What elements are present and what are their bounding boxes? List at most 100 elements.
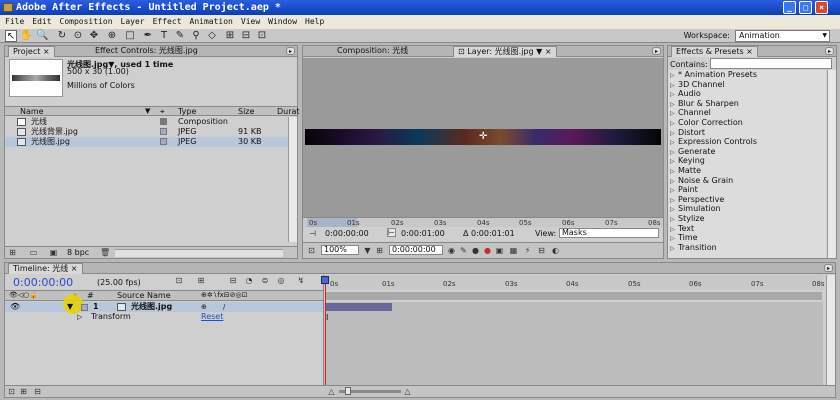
transparency-grid-icon[interactable]: ▦ <box>509 246 518 255</box>
color-channel-icon[interactable]: ● <box>483 246 492 255</box>
in-point-time[interactable]: 0:00:00:00 <box>325 229 369 238</box>
expand-layer-icon[interactable]: ▼ <box>67 302 73 312</box>
eraser-tool-icon[interactable]: ◇ <box>206 30 218 42</box>
set-out-point-icon[interactable]: ⊢ <box>387 228 396 237</box>
effect-category[interactable]: ▷ Simulation <box>670 204 721 214</box>
track-camera-tool-icon[interactable]: ✥ <box>88 30 100 42</box>
maximize-button[interactable]: □ <box>799 1 812 14</box>
view-dropdown[interactable]: Masks <box>559 228 659 238</box>
work-area-bar[interactable] <box>323 290 823 302</box>
work-area-range[interactable] <box>326 292 822 300</box>
sort-chevron-icon[interactable]: ▼ <box>145 107 150 116</box>
layer-row[interactable]: 👁 ▼ 1 光线图.jpg ⊕ ∕ <box>5 294 323 314</box>
menu-edit[interactable]: Edit <box>27 15 54 26</box>
current-time-field[interactable]: 0:00:00:00 <box>389 245 443 255</box>
menu-effect[interactable]: Effect <box>148 15 185 26</box>
label-color-swatch[interactable] <box>160 118 167 125</box>
magnification-dropdown[interactable]: 100% <box>321 245 359 255</box>
menu-composition[interactable]: Composition <box>55 15 116 26</box>
switches-header-icons[interactable]: ⊕✲∖fx⊟⊘◎⊡ <box>201 291 248 300</box>
new-folder-icon[interactable]: ▭ <box>29 248 38 257</box>
selection-tool-icon[interactable]: ↖ <box>5 30 17 42</box>
playhead-line[interactable] <box>325 276 326 386</box>
layer-duration-bar[interactable] <box>326 303 392 311</box>
menu-view[interactable]: View <box>236 15 263 26</box>
menu-layer[interactable]: Layer <box>116 15 148 26</box>
show-channel-icon[interactable]: ● <box>471 246 480 255</box>
anchor-point-crosshair-icon[interactable]: ✛ <box>479 131 487 142</box>
toggle-in-out-icon[interactable]: ⊟ <box>33 387 42 396</box>
effect-category[interactable]: ▷ Audio <box>670 89 701 99</box>
effect-category[interactable]: ▷ Paint <box>670 185 698 195</box>
quality-switch-icon[interactable]: ∕ <box>223 302 225 312</box>
current-time-indicator[interactable] <box>321 276 329 284</box>
panel-menu-button[interactable]: ▸ <box>824 264 833 272</box>
effect-category[interactable]: ▷ Time <box>670 233 698 243</box>
project-item-row[interactable]: 光线 Composition <box>5 117 297 127</box>
menu-animation[interactable]: Animation <box>185 15 236 26</box>
menu-help[interactable]: Help <box>300 15 327 26</box>
label-column-icon[interactable]: ⌖ <box>160 107 165 116</box>
comp-flowchart-icon[interactable]: ⊟ <box>537 246 546 255</box>
panel-menu-button[interactable]: ▸ <box>825 47 834 55</box>
frame-blending-icon[interactable]: ⊜ <box>259 276 271 287</box>
layer-viewer[interactable]: ✛ <box>303 58 663 217</box>
project-horizontal-scrollbar[interactable] <box>115 249 283 257</box>
zoom-in-icon[interactable]: △ <box>403 387 412 396</box>
snapshot-icon[interactable]: ◉ <box>447 246 456 255</box>
layer-label-swatch[interactable] <box>81 304 88 311</box>
effect-category[interactable]: ▷ Channel <box>670 108 711 118</box>
column-type[interactable]: Type <box>178 107 196 116</box>
effects-vertical-scrollbar[interactable] <box>827 70 836 258</box>
zoom-out-icon[interactable]: △ <box>327 387 336 396</box>
fast-previews-icon[interactable]: ⚡ <box>523 246 532 255</box>
show-snapshot-icon[interactable]: ✎ <box>459 246 468 255</box>
orbit-camera-tool-icon[interactable]: ⊙ <box>72 30 84 42</box>
tab-project[interactable]: Project × <box>8 46 55 57</box>
project-item-row[interactable]: 光线背景.jpg JPEG 91 KB <box>5 127 297 137</box>
menu-file[interactable]: File <box>0 15 27 26</box>
rotate-tool-icon[interactable]: ↻ <box>56 30 68 42</box>
comp-mini-flowchart-icon[interactable]: ⊡ <box>173 276 185 287</box>
mask-tool-icon[interactable]: □ <box>124 30 136 42</box>
draft-3d-icon[interactable]: ⊟ <box>227 276 239 287</box>
bit-depth-label[interactable]: 8 bpc <box>67 248 89 257</box>
set-in-point-icon[interactable]: ⊣ <box>309 229 316 238</box>
tab-effects-presets[interactable]: Effects & Presets × <box>671 46 758 57</box>
text-tool-icon[interactable]: T <box>158 30 170 42</box>
pan-behind-tool-icon[interactable]: ⊕ <box>106 30 118 42</box>
project-vertical-scrollbar[interactable] <box>288 117 297 242</box>
view-axis-icon[interactable]: ⊡ <box>256 30 268 42</box>
zoom-tool-icon[interactable]: 🔍 <box>36 30 48 42</box>
effect-category[interactable]: ▷ Distort <box>670 128 705 138</box>
new-composition-icon[interactable]: ▣ <box>49 248 58 257</box>
effects-search-input[interactable] <box>710 58 832 69</box>
out-point-time[interactable]: 0:00:01:00 <box>401 229 445 238</box>
workspace-dropdown[interactable]: Animation <box>735 30 830 42</box>
effect-category[interactable]: ▷ Keying <box>670 156 705 166</box>
project-item-row-selected[interactable]: 光线图.jpg JPEG 30 KB <box>5 137 297 147</box>
motion-blur-icon[interactable]: ◎ <box>275 276 287 287</box>
label-color-swatch[interactable] <box>160 128 167 135</box>
collapse-switch-icon[interactable]: ⊕ <box>201 302 207 312</box>
tab-layer[interactable]: ⊡ Layer: 光线图.jpg ▼ × <box>453 46 557 57</box>
graph-editor-icon[interactable]: ↯ <box>295 276 307 287</box>
close-button[interactable]: × <box>815 1 828 14</box>
video-visibility-icon[interactable]: 👁 <box>10 302 20 312</box>
grid-icon[interactable]: ⊞ <box>375 246 384 255</box>
panel-menu-button[interactable]: ▸ <box>286 47 295 55</box>
layer-name[interactable]: 光线图.jpg <box>131 302 172 312</box>
property-row[interactable]: ▷ Transform Reset <box>5 312 323 322</box>
always-preview-icon[interactable]: ⊡ <box>307 246 316 255</box>
minimize-button[interactable]: _ <box>783 1 796 14</box>
brush-tool-icon[interactable]: ✎ <box>174 30 186 42</box>
toggle-switches-icon[interactable]: ⊡ <box>7 387 16 396</box>
effect-category[interactable]: ▷ Transition <box>670 243 717 253</box>
label-color-swatch[interactable] <box>160 138 167 145</box>
zoom-slider-thumb[interactable] <box>345 387 351 395</box>
effect-category[interactable]: ▷ * Animation Presets <box>670 70 757 80</box>
layer-number-column[interactable]: # <box>87 291 94 300</box>
tab-composition[interactable]: Composition: 光线 <box>333 46 412 57</box>
effect-category[interactable]: ▷ Expression Controls <box>670 137 757 147</box>
effect-category[interactable]: ▷ 3D Channel <box>670 80 725 90</box>
